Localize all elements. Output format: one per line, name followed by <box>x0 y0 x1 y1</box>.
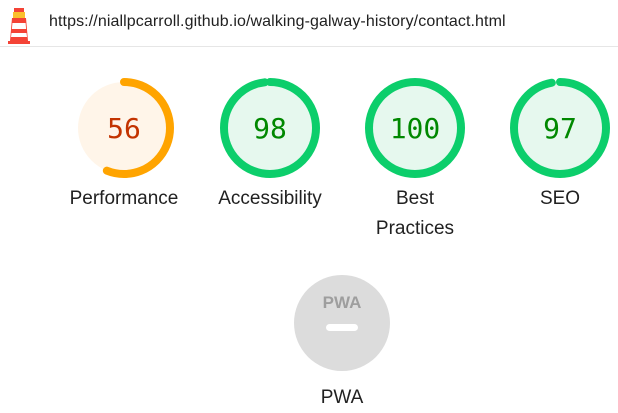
seo-score: 97 <box>543 112 577 145</box>
best-practices-score: 100 <box>390 112 441 145</box>
best-practices-label: Best Practices <box>375 188 455 239</box>
accessibility-label: Accessibility <box>218 188 322 209</box>
performance-score-ring: 56 <box>74 78 174 178</box>
pwa-badge-text: PWA <box>323 293 362 312</box>
best-practices-gauge[interactable]: 100 Best Practices <box>355 78 475 244</box>
seo-gauge[interactable]: 97 SEO <box>500 78 618 214</box>
accessibility-score: 98 <box>253 112 287 145</box>
performance-score: 56 <box>107 112 141 145</box>
seo-label: SEO <box>539 188 581 209</box>
seo-score-ring: 97 <box>510 78 610 178</box>
accessibility-gauge[interactable]: 98 Accessibility <box>210 78 330 214</box>
report-header: https://niallpcarroll.github.io/walking-… <box>0 0 618 47</box>
performance-gauge[interactable]: 56 Performance <box>64 78 184 214</box>
pwa-dash-icon <box>326 324 358 331</box>
pwa-gauge[interactable]: PWA PWA <box>282 273 402 413</box>
lighthouse-icon <box>8 8 30 44</box>
pwa-badge-fill <box>294 275 390 371</box>
pwa-badge: PWA <box>294 275 390 371</box>
performance-label: Performance <box>69 188 179 209</box>
accessibility-score-ring: 98 <box>220 78 320 178</box>
best-practices-score-ring: 100 <box>365 78 465 178</box>
page-url[interactable]: https://niallpcarroll.github.io/walking-… <box>49 13 506 31</box>
